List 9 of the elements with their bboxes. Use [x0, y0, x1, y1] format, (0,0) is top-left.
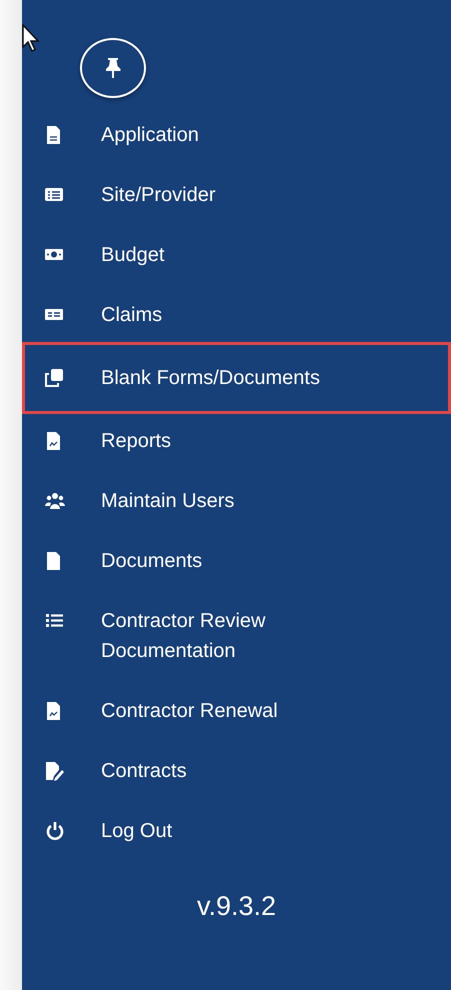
copy-icon	[45, 368, 65, 388]
pin-icon	[104, 57, 122, 79]
file-pen-icon	[45, 761, 65, 781]
pin-button[interactable]	[80, 38, 146, 98]
cursor-icon	[22, 24, 42, 54]
users-icon	[45, 491, 65, 511]
version-label: v.9.3.2	[196, 891, 278, 922]
menu-item[interactable]: Blank Forms/Documents	[22, 342, 451, 414]
power-icon	[45, 821, 65, 841]
